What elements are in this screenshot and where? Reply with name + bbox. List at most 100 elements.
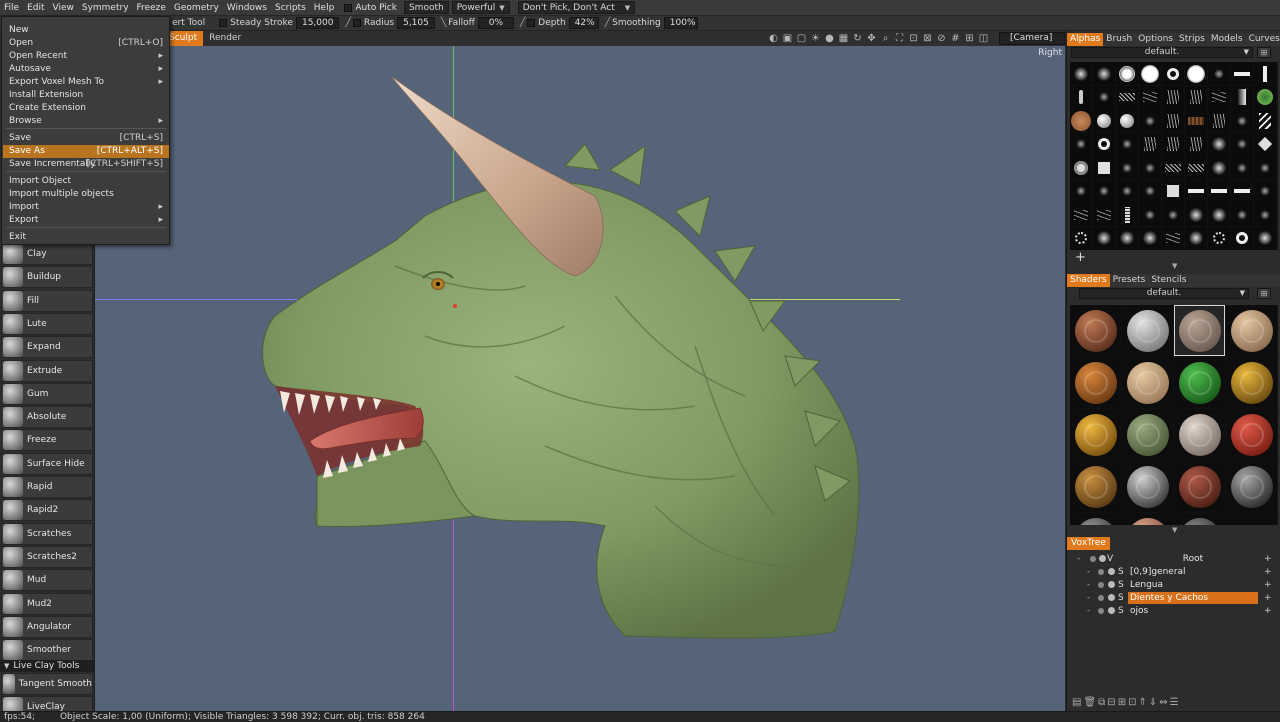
steady-stroke-checkbox[interactable] bbox=[219, 19, 228, 27]
smoothing-control[interactable]: ╱ Smoothing 100% bbox=[605, 17, 698, 29]
menu-scripts[interactable]: Scripts bbox=[271, 3, 310, 13]
alpha-soft-icon[interactable] bbox=[1254, 226, 1276, 250]
tool-freeze[interactable]: Freeze bbox=[1, 429, 93, 452]
shader-chrome[interactable] bbox=[1122, 461, 1173, 512]
tool-buildup[interactable]: Buildup bbox=[1, 266, 93, 289]
shader-rust[interactable] bbox=[1174, 461, 1225, 512]
alpha-sphere-icon[interactable] bbox=[1116, 109, 1138, 132]
up-icon[interactable]: ⇑ bbox=[1138, 697, 1146, 708]
voxtree-row-dientes-y-cachos[interactable]: - S Dientes y Cachos + bbox=[1067, 592, 1280, 604]
alpha-speck-icon[interactable] bbox=[1139, 179, 1161, 203]
file-menu-item-open-recent[interactable]: Open Recent ▸ bbox=[3, 50, 169, 63]
shader-amber[interactable] bbox=[1070, 409, 1121, 460]
shader-gold[interactable] bbox=[1226, 357, 1277, 408]
alpha-squig-icon[interactable] bbox=[1070, 85, 1092, 109]
voxtree-row-lengua[interactable]: - S Lengua + bbox=[1067, 579, 1280, 591]
file-menu-item-export[interactable]: Export ▸ bbox=[3, 214, 169, 227]
menu-geometry[interactable]: Geometry bbox=[170, 3, 223, 13]
live-clay-header[interactable]: ▼ Live Clay Tools bbox=[0, 660, 95, 672]
radius-lock-checkbox[interactable] bbox=[352, 19, 361, 27]
depth-field[interactable]: 42% bbox=[568, 17, 599, 29]
menu-view[interactable]: View bbox=[49, 3, 78, 13]
alpha-speck-icon[interactable] bbox=[1093, 85, 1115, 109]
alpha-wave-icon[interactable] bbox=[1185, 156, 1207, 179]
alpha-scratch-icon[interactable] bbox=[1208, 85, 1230, 109]
alpha-ring-icon[interactable] bbox=[1093, 132, 1115, 156]
tool-tangent-smooth[interactable]: Tangent Smooth bbox=[1, 673, 93, 695]
menu-freeze[interactable]: Freeze bbox=[133, 3, 170, 13]
file-menu-item-open[interactable]: Open [CTRL+O] bbox=[3, 37, 169, 50]
grid-toggle-icon[interactable]: # bbox=[950, 33, 961, 44]
alpha-speck-icon[interactable] bbox=[1208, 62, 1230, 85]
alpha-gear-icon[interactable] bbox=[1208, 226, 1230, 250]
ghost-icon[interactable] bbox=[1108, 594, 1115, 601]
alpha-speck-icon[interactable] bbox=[1254, 203, 1276, 226]
powerful-dropdown[interactable]: Powerful ▼ bbox=[451, 1, 510, 14]
alpha-speck-icon[interactable] bbox=[1231, 109, 1253, 132]
zoom-icon[interactable]: ⌕ bbox=[880, 33, 891, 44]
alpha-sphere-icon[interactable] bbox=[1093, 109, 1115, 132]
visibility-icon[interactable] bbox=[1090, 556, 1096, 562]
alpha-scratch-icon[interactable] bbox=[1162, 226, 1184, 250]
tool-extrude[interactable]: Extrude bbox=[1, 359, 93, 382]
trash-icon[interactable]: 🗑 bbox=[1083, 697, 1096, 708]
shader-graphite[interactable] bbox=[1174, 513, 1225, 525]
alpha-soft-icon[interactable] bbox=[1093, 226, 1115, 250]
frame-icon[interactable]: ⛶ bbox=[894, 33, 905, 44]
voxtree-row-ojos[interactable]: - Sojos + bbox=[1067, 605, 1280, 617]
tool-expand[interactable]: Expand bbox=[1, 336, 93, 359]
menu-windows[interactable]: Windows bbox=[223, 3, 271, 13]
snap-icon[interactable]: ⊞ bbox=[964, 33, 975, 44]
shader-peach[interactable] bbox=[1122, 513, 1173, 525]
dinosaur-head-model[interactable] bbox=[95, 46, 1065, 711]
file-menu-item-create-extension[interactable]: Create Extension bbox=[3, 102, 169, 115]
dont-pick-dropdown[interactable]: Don't Pick, Don't Act ▼ bbox=[517, 1, 636, 14]
file-menu-item-save-incrementally[interactable]: Save Incrementally [CTRL+SHIFT+S] bbox=[3, 158, 169, 171]
chevron-down-icon[interactable]: ▼ bbox=[1172, 526, 1177, 534]
alpha-soft-icon[interactable] bbox=[1093, 62, 1115, 85]
alpha-speck-icon[interactable] bbox=[1231, 203, 1253, 226]
insert-tool[interactable]: ert Tool bbox=[172, 18, 205, 28]
alpha-big-icon[interactable] bbox=[1185, 62, 1207, 85]
add-layer-icon[interactable]: + bbox=[1264, 605, 1272, 617]
alpha-scratch-icon[interactable] bbox=[1139, 85, 1161, 109]
alpha-speck-icon[interactable] bbox=[1254, 156, 1276, 179]
add-layer-icon[interactable]: + bbox=[1264, 553, 1272, 565]
alpha-streak-icon[interactable] bbox=[1162, 85, 1184, 109]
alpha-wave-icon[interactable] bbox=[1116, 85, 1138, 109]
shader-pearl[interactable] bbox=[1174, 409, 1225, 460]
group-icon[interactable]: ⊡ bbox=[1128, 697, 1136, 708]
add-alpha-button[interactable]: + bbox=[1075, 250, 1086, 265]
alpha-speck-icon[interactable] bbox=[1093, 179, 1115, 203]
smoothing-field[interactable]: 100% bbox=[663, 17, 698, 29]
layers-icon[interactable]: ▤ bbox=[1072, 697, 1081, 708]
add-preset-button[interactable]: ⊞ bbox=[1257, 47, 1271, 58]
merge-icon[interactable]: ⊞ bbox=[1118, 697, 1126, 708]
alpha-speck-icon[interactable] bbox=[1070, 132, 1092, 156]
alpha-speck-icon[interactable] bbox=[1116, 179, 1138, 203]
voxtree-row-root[interactable]: - V Root + bbox=[1067, 553, 1280, 565]
alpha-speck-icon[interactable] bbox=[1116, 156, 1138, 179]
drop-icon[interactable]: ● bbox=[824, 33, 835, 44]
down-icon[interactable]: ⇓ bbox=[1149, 697, 1157, 708]
tool-scratches[interactable]: Scratches bbox=[1, 522, 93, 545]
tab-stencils[interactable]: Stencils bbox=[1148, 274, 1189, 287]
tool-surface-hide[interactable]: Surface Hide bbox=[1, 452, 93, 475]
fit-icon[interactable]: ⊡ bbox=[908, 33, 919, 44]
shader-green[interactable] bbox=[1174, 357, 1225, 408]
alpha-speck-icon[interactable] bbox=[1254, 179, 1276, 203]
alpha-ring-icon[interactable] bbox=[1162, 62, 1184, 85]
shader-none[interactable] bbox=[1226, 513, 1277, 525]
menu-symmetry[interactable]: Symmetry bbox=[78, 3, 133, 13]
alpha-soft-icon[interactable] bbox=[1208, 132, 1230, 156]
alpha-big-icon[interactable] bbox=[1139, 62, 1161, 85]
alpha-bar-icon[interactable] bbox=[1208, 179, 1230, 203]
alpha-soft-icon[interactable] bbox=[1070, 62, 1092, 85]
alpha-speck-icon[interactable] bbox=[1139, 109, 1161, 132]
tool-angulator[interactable]: Angulator bbox=[1, 615, 93, 638]
tool-rapid2[interactable]: Rapid2 bbox=[1, 499, 93, 522]
pen-icon[interactable]: ╱ bbox=[605, 18, 610, 28]
alpha-bar-icon[interactable] bbox=[1231, 62, 1253, 85]
add-shader-button[interactable]: ⊞ bbox=[1257, 288, 1271, 299]
grid-icon[interactable]: ▦ bbox=[838, 33, 849, 44]
